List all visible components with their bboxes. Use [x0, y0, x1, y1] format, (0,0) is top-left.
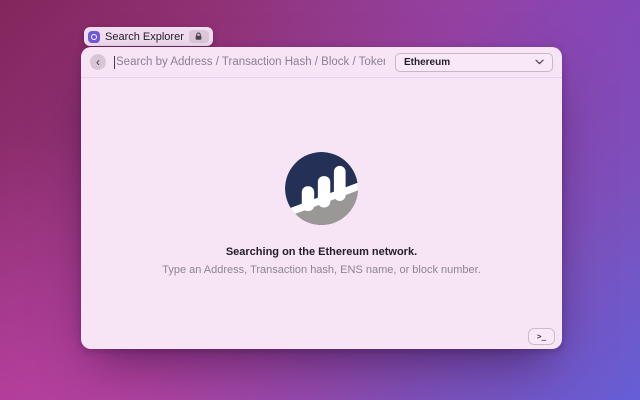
search-explorer-window: ‹ Ethereum Searching on the Ethereum ne [81, 47, 562, 349]
tab-title: Search Explorer [105, 31, 184, 43]
chevron-down-icon [535, 59, 544, 65]
etherscan-logo [285, 152, 358, 225]
empty-state-title: Searching on the Ethereum network. [226, 246, 417, 258]
desktop-background: { "tab": { "title": "Search Explorer" },… [0, 0, 640, 400]
network-select[interactable]: Ethereum [395, 53, 553, 72]
lock-icon [194, 32, 203, 41]
search-input[interactable] [115, 56, 385, 68]
lock-badge [189, 30, 209, 43]
network-select-value: Ethereum [404, 57, 450, 68]
search-explorer-app-icon [88, 31, 100, 43]
empty-state: Searching on the Ethereum network. Type … [81, 78, 562, 349]
window-tab-search-explorer[interactable]: Search Explorer [84, 27, 213, 46]
terminal-button[interactable]: >_ [528, 328, 555, 345]
back-button[interactable]: ‹ [90, 54, 106, 70]
app-icon-ring-glyph [91, 34, 97, 40]
empty-state-subtitle: Type an Address, Transaction hash, ENS n… [162, 264, 481, 276]
search-header: ‹ Ethereum [81, 47, 562, 78]
